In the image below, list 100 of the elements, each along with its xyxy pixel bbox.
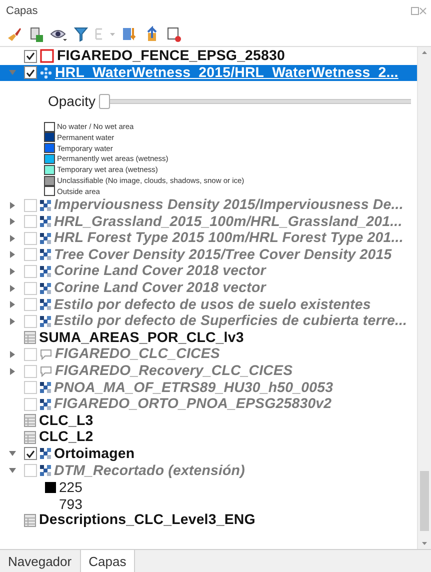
layer-checkbox[interactable] [24, 248, 37, 262]
layer-name: Imperviousness Density 2015/Imperviousness De... [54, 197, 404, 214]
raster-layer-icon [40, 299, 51, 310]
layer-name: FIGAREDO_FENCE_EPSG_25830 [57, 48, 286, 64]
opacity-label: Opacity [48, 93, 96, 110]
expand-arrow-icon[interactable] [10, 268, 14, 275]
layer-row[interactable]: CLC_L3 [0, 412, 417, 430]
expand-arrow-icon[interactable] [10, 350, 14, 358]
layer-checkbox[interactable] [24, 364, 37, 378]
table-icon [24, 430, 36, 444]
table-icon [24, 414, 36, 428]
raster-layer-icon [40, 398, 51, 410]
layer-name: HRL Forest Type 2015 100m/HRL Forest Type 201... [54, 230, 404, 246]
layer-name: Tree Cover Density 2015/Tree Cover Density 2015 [54, 246, 392, 263]
layer-name: SUMA_AREAS_POR_CLC_lv3 [39, 330, 244, 346]
layer-name: DTM_Recortado (extensión) [54, 462, 245, 479]
layer-checkbox[interactable] [24, 50, 37, 63]
layer-name: Descriptions_CLC_Level3_ENG [39, 512, 256, 528]
expand-arrow-icon[interactable] [10, 284, 14, 292]
layer-checkbox[interactable] [24, 447, 37, 460]
layer-checkbox[interactable] [24, 314, 37, 328]
layer-row[interactable]: FIGAREDO_ORTO_PNOA_EPSG25830v2 [0, 396, 417, 412]
layer-name: CLC_L3 [39, 412, 94, 429]
collapse-arrow-icon[interactable] [8, 468, 16, 474]
layer-row[interactable]: Estilo por defecto de Superficies de cubierta terre... [0, 312, 417, 330]
layer-row[interactable]: Estilo por defecto de usos de suelo existentes [0, 296, 417, 313]
expand-arrow-icon[interactable] [10, 234, 14, 242]
layer-name: Estilo por defecto de Superficies de cubierta terre... [54, 313, 408, 330]
raster-layer-icon [40, 200, 51, 211]
expand-arrow-icon[interactable] [10, 301, 14, 308]
layer-checkbox[interactable] [24, 381, 37, 394]
raster-layer-icon [40, 216, 51, 228]
layer-row[interactable]: Tree Cover Density 2015/Tree Cover Density 2015 [0, 246, 417, 264]
layer-checkbox[interactable] [24, 398, 37, 411]
layer-checkbox[interactable] [24, 464, 37, 478]
expand-arrow-icon[interactable] [10, 218, 14, 226]
layer-name: Ortoimagen [54, 446, 135, 462]
polygon-layer-icon [40, 49, 54, 64]
layer-name: Corine Land Cover 2018 vector [54, 263, 266, 280]
layer-row[interactable]: PNOA_MA_OF_ETRS89_HU30_h50_0053 [0, 379, 417, 396]
layer-row[interactable]: Corine Land Cover 2018 vector [0, 280, 417, 296]
layer-name: Estilo por defecto de usos de suelo existentes [54, 296, 371, 313]
expand-arrow-icon[interactable] [10, 318, 14, 325]
panel-tab[interactable]: Capas [80, 550, 136, 572]
layer-row[interactable]: Corine Land Cover 2018 vector [0, 263, 417, 280]
speech-bubble-icon [40, 348, 52, 360]
layer-checkbox[interactable] [24, 66, 37, 80]
layer-checkbox[interactable] [24, 298, 37, 312]
panel-title: Capas [6, 5, 38, 17]
layer-name: Corine Land Cover 2018 vector [54, 280, 266, 296]
raster-layer-icon [40, 266, 51, 277]
expand-arrow-icon[interactable] [10, 202, 14, 209]
raster-layer-icon [40, 249, 51, 260]
expand-arrow-icon[interactable] [10, 368, 14, 374]
raster-layer-icon [40, 465, 51, 476]
layer-row[interactable]: FIGAREDO_CLC_CICES [0, 346, 417, 363]
brush-icon[interactable] [6, 26, 22, 42]
layer-name: FIGAREDO_CLC_CICES [55, 346, 220, 362]
layer-checkbox[interactable] [24, 215, 37, 228]
scroll-thumb[interactable] [420, 471, 429, 531]
raster-layer-icon [40, 382, 51, 394]
layer-row[interactable]: Imperviousness Density 2015/Imperviousness De... [0, 196, 417, 214]
layer-checkbox[interactable] [24, 232, 37, 245]
layer-row[interactable]: FIGAREDO_Recovery_CLC_CICES [0, 362, 417, 380]
selected-layer-row[interactable]: HRL_WaterWetness_2015/HRL_WaterWetness_2... [0, 64, 417, 82]
layer-row[interactable]: SUMA_AREAS_POR_CLC_lv3 [0, 330, 417, 346]
raster-layer-icon [40, 448, 51, 460]
float-close-icon[interactable] [411, 7, 427, 15]
layer-name: FIGAREDO_ORTO_PNOA_EPSG25830v2 [54, 396, 332, 412]
add-group-icon[interactable] [28, 26, 44, 42]
layer-checkbox[interactable] [24, 198, 37, 212]
legend-value: 225 [59, 479, 82, 496]
expand-all-icon[interactable] [122, 26, 138, 42]
layer-row[interactable]: Descriptions_CLC_Level3_ENG [0, 512, 417, 529]
layer-name: HRL_WaterWetness_2015/HRL_WaterWetness_2... [55, 64, 398, 81]
layer-name: HRL_Grassland_2015_100m/HRL_Grassland_201... [54, 214, 402, 230]
layer-row[interactable]: Ortoimagen [0, 446, 417, 462]
raster-layer-icon [40, 232, 51, 244]
layer-checkbox[interactable] [24, 348, 37, 361]
slider-handle[interactable] [99, 94, 110, 109]
raster-layer-icon [40, 316, 51, 327]
remove-layer-icon[interactable] [166, 26, 182, 42]
raster-layer-icon [40, 282, 51, 294]
layer-checkbox[interactable] [24, 282, 37, 295]
layer-checkbox[interactable] [24, 264, 37, 278]
table-icon [24, 331, 36, 344]
layer-row[interactable]: FIGAREDO_FENCE_EPSG_25830 [0, 48, 417, 65]
layer-name: FIGAREDO_Recovery_CLC_CICES [55, 363, 293, 379]
speech-bubble-icon [40, 366, 52, 376]
layer-name: CLC_L2 [39, 429, 94, 446]
scrollbar[interactable] [417, 47, 431, 549]
layer-row[interactable]: CLC_L2 [0, 429, 417, 446]
filter-icon[interactable] [74, 26, 88, 42]
layer-row[interactable]: HRL Forest Type 2015 100m/HRL Forest Type 201... [0, 230, 417, 247]
layer-row[interactable]: HRL_Grassland_2015_100m/HRL_Grassland_201... [0, 213, 417, 230]
dots-layer-icon [40, 66, 52, 79]
collapse-arrow-icon[interactable] [8, 451, 16, 456]
legend-value: 793 [59, 496, 82, 512]
layer-row[interactable]: DTM_Recortado (extensión) [0, 462, 417, 479]
expand-arrow-icon[interactable] [10, 251, 14, 258]
